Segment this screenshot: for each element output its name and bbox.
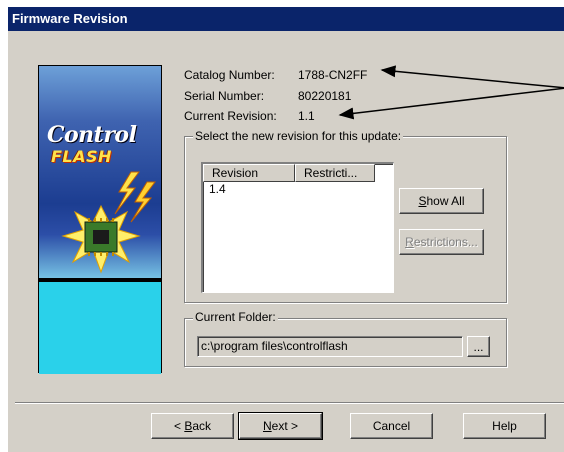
- controlflash-logo: Control FLASH: [38, 65, 162, 374]
- show-all-button[interactable]: Show All: [399, 188, 484, 214]
- serial-number-value: 80220181: [298, 89, 352, 103]
- cancel-label: Cancel: [372, 419, 411, 433]
- current-revision-label: Current Revision:: [184, 109, 277, 123]
- column-header-restrictions[interactable]: Restricti...: [295, 164, 375, 182]
- current-revision-value: 1.1: [298, 109, 315, 123]
- column-header-revision[interactable]: Revision: [203, 164, 295, 182]
- revision-group-title: Select the new revision for this update:: [193, 129, 404, 143]
- restrictions-label: Restrictions...: [405, 235, 478, 249]
- logo-word-flash: FLASH: [51, 147, 112, 166]
- catalog-number-value: 1788-CN2FF: [298, 68, 368, 82]
- back-button[interactable]: < Back: [151, 413, 234, 439]
- back-label: < Back: [173, 419, 212, 433]
- revision-list[interactable]: Revision Restricti... 1.4: [201, 162, 394, 293]
- serial-number-label: Serial Number:: [184, 89, 265, 103]
- next-label: Next >: [262, 419, 299, 433]
- help-label: Help: [492, 419, 517, 433]
- chip-lightning-icon: [61, 171, 156, 274]
- dialog-title: Firmware Revision: [8, 7, 564, 31]
- folder-group-title: Current Folder:: [193, 310, 278, 324]
- restrictions-button[interactable]: Restrictions...: [399, 229, 484, 255]
- logo-word-control: Control: [47, 122, 137, 148]
- browse-folder-button[interactable]: ...: [467, 336, 490, 357]
- current-folder-field[interactable]: c:\program files\controlflash: [197, 336, 463, 357]
- catalog-number-label: Catalog Number:: [184, 68, 275, 82]
- logo-cyan-panel: [39, 282, 161, 374]
- firmware-revision-dialog: Firmware Revision Control FLASH Catalog …: [7, 6, 564, 452]
- help-button[interactable]: Help: [463, 413, 546, 439]
- browse-label: ...: [473, 339, 484, 354]
- footer-separator: [15, 402, 564, 404]
- show-all-label: Show All: [418, 194, 465, 208]
- cancel-button[interactable]: Cancel: [350, 413, 433, 439]
- list-item[interactable]: 1.4: [209, 182, 226, 196]
- next-button[interactable]: Next >: [238, 412, 323, 440]
